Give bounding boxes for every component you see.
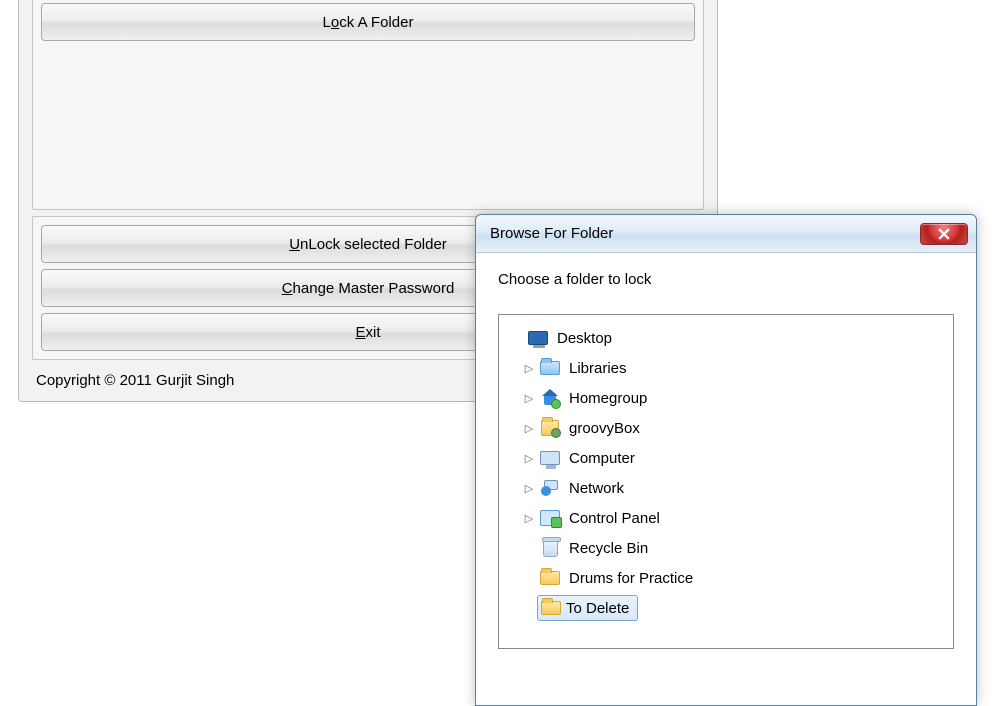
tree-label: Libraries <box>569 360 627 377</box>
libraries-icon <box>539 358 561 378</box>
tree-item-to-delete-selected[interactable]: To Delete <box>507 593 945 623</box>
folder-icon <box>539 568 561 588</box>
selected-item: To Delete <box>537 595 638 621</box>
tree-item-homegroup[interactable]: ▷ Homegroup <box>507 383 945 413</box>
tree-item-network[interactable]: ▷ Network <box>507 473 945 503</box>
tree-label: Control Panel <box>569 510 660 527</box>
tree-label: To Delete <box>566 600 629 617</box>
desktop-icon <box>527 328 549 348</box>
network-icon <box>539 478 561 498</box>
computer-icon <box>539 448 561 468</box>
folder-tree[interactable]: Desktop ▷ Libraries ▷ Homegroup ▷ groovy… <box>498 314 954 649</box>
expand-icon[interactable]: ▷ <box>523 362 535 375</box>
tree-label: groovyBox <box>569 420 640 437</box>
folder-icon <box>540 598 562 618</box>
tree-item-computer[interactable]: ▷ Computer <box>507 443 945 473</box>
tree-label: Computer <box>569 450 635 467</box>
dialog-titlebar[interactable]: Browse For Folder <box>476 215 976 253</box>
tree-label: Homegroup <box>569 390 647 407</box>
btn-text: L <box>323 14 331 31</box>
dialog-title: Browse For Folder <box>490 225 920 242</box>
btn-text: nLock selected Folder <box>300 236 447 253</box>
btn-accel: U <box>289 236 300 253</box>
tree-item-desktop[interactable]: Desktop <box>507 323 945 353</box>
tree-label: Drums for Practice <box>569 570 693 587</box>
expand-icon[interactable]: ▷ <box>523 392 535 405</box>
browse-for-folder-dialog: Browse For Folder Choose a folder to loc… <box>475 214 977 706</box>
tree-item-drums[interactable]: Drums for Practice <box>507 563 945 593</box>
expand-icon[interactable]: ▷ <box>523 512 535 525</box>
btn-text: hange Master Password <box>293 280 455 297</box>
btn-accel: C <box>282 280 293 297</box>
expand-icon[interactable]: ▷ <box>523 452 535 465</box>
tree-label: Recycle Bin <box>569 540 648 557</box>
dialog-prompt: Choose a folder to lock <box>498 271 954 288</box>
expand-icon[interactable]: ▷ <box>523 422 535 435</box>
control-panel-icon <box>539 508 561 528</box>
btn-text: ck A Folder <box>339 14 413 31</box>
tree-item-libraries[interactable]: ▷ Libraries <box>507 353 945 383</box>
lock-folder-button[interactable]: Lock A Folder <box>41 3 695 41</box>
btn-accel: E <box>355 324 365 341</box>
btn-text: xit <box>366 324 381 341</box>
btn-accel: o <box>331 14 339 31</box>
top-button-panel: Lock A Folder <box>32 0 704 210</box>
tree-item-recycle-bin[interactable]: Recycle Bin <box>507 533 945 563</box>
list-spacer <box>41 41 695 201</box>
homegroup-icon <box>539 388 561 408</box>
dialog-body: Choose a folder to lock Desktop ▷ Librar… <box>476 253 976 667</box>
expand-icon[interactable]: ▷ <box>523 482 535 495</box>
tree-item-user[interactable]: ▷ groovyBox <box>507 413 945 443</box>
tree-label: Network <box>569 480 624 497</box>
close-button[interactable] <box>920 223 968 245</box>
close-icon <box>938 228 950 240</box>
user-folder-icon <box>539 418 561 438</box>
tree-label: Desktop <box>557 330 612 347</box>
recycle-bin-icon <box>539 538 561 558</box>
tree-item-control-panel[interactable]: ▷ Control Panel <box>507 503 945 533</box>
